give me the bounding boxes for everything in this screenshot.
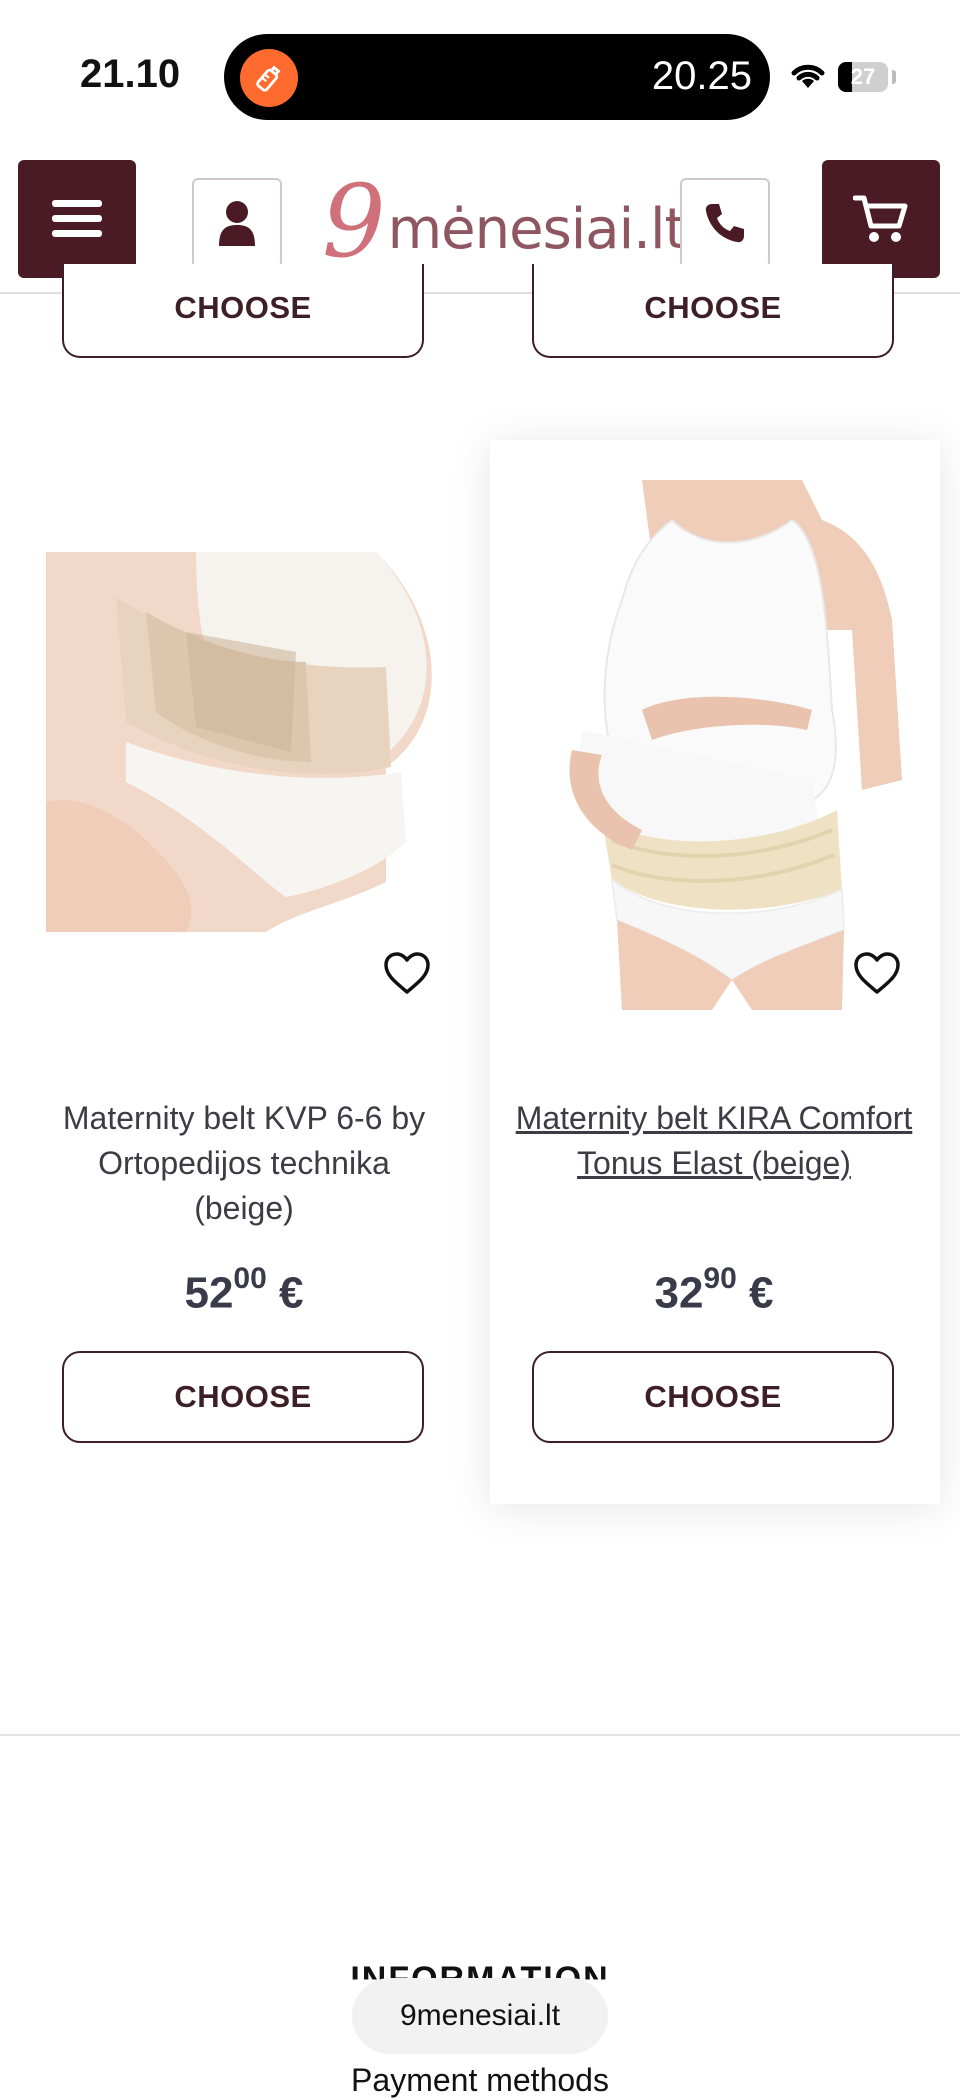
- product-title-link[interactable]: Maternity belt KIRA Comfort Tonus Elast …: [514, 1096, 914, 1186]
- choose-button[interactable]: CHOOSE: [62, 264, 424, 358]
- account-button[interactable]: [192, 178, 282, 268]
- wifi-icon: [788, 58, 828, 95]
- status-time: 21.10: [80, 52, 181, 96]
- baby-bottle-icon: [240, 49, 298, 107]
- menu-button[interactable]: [18, 160, 136, 278]
- choose-button[interactable]: CHOOSE: [62, 1351, 424, 1443]
- battery-level: 27: [850, 64, 876, 89]
- pill-time: 20.25: [651, 54, 752, 98]
- payment-methods-link[interactable]: Payment methods: [0, 2062, 960, 2099]
- site-logo[interactable]: 9 mėnesiai.lt: [322, 172, 686, 272]
- battery-icon: 27: [838, 62, 888, 92]
- product-image[interactable]: [562, 480, 902, 1010]
- cart-icon: [853, 195, 908, 242]
- choose-button[interactable]: CHOOSE: [532, 264, 894, 358]
- product-title[interactable]: Maternity belt KVP 6-6 by Ortopedijos te…: [44, 1096, 444, 1231]
- product-price: 5200 €: [184, 1262, 304, 1318]
- dynamic-island: 20.25: [224, 34, 770, 120]
- wishlist-heart-icon[interactable]: [853, 951, 901, 1000]
- cart-button[interactable]: [822, 160, 940, 278]
- phone-button[interactable]: [680, 178, 770, 268]
- hamburger-icon: [52, 200, 102, 237]
- product-price: 3290 €: [654, 1262, 774, 1318]
- user-icon: [219, 201, 255, 246]
- choose-button[interactable]: CHOOSE: [532, 1351, 894, 1443]
- phone-icon: [705, 204, 744, 243]
- browser-url-pill[interactable]: 9menesiai.lt: [352, 1978, 608, 2054]
- wishlist-heart-icon[interactable]: [383, 951, 431, 1000]
- section-divider: [0, 1734, 960, 1736]
- product-image[interactable]: [46, 552, 442, 932]
